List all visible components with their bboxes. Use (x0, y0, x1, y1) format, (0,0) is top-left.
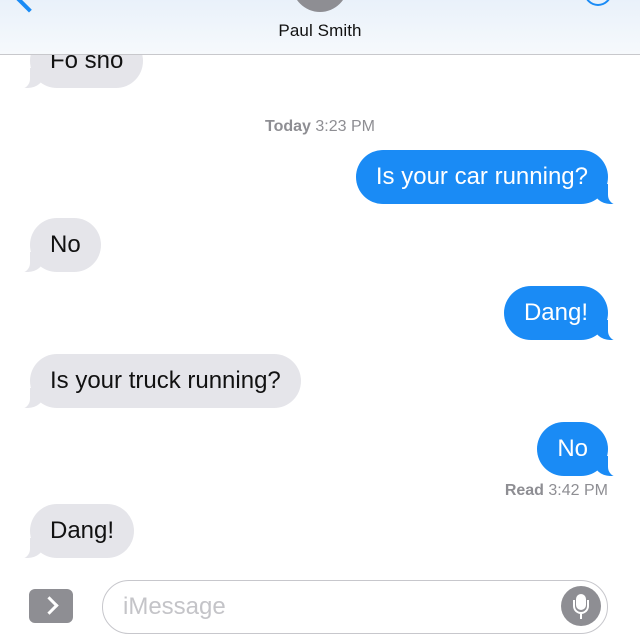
message-input[interactable]: iMessage (102, 580, 608, 634)
message-text: Is your car running? (375, 163, 588, 190)
message-text: Dang! (523, 299, 588, 326)
back-chevron-icon[interactable] (13, 0, 45, 13)
conversation-header: Paul Smith (0, 0, 640, 55)
message-bubble-incoming[interactable]: Is your truck running? (16, 354, 301, 409)
message-text: No (50, 231, 81, 258)
read-receipt: Read 3:42 PM (505, 482, 608, 500)
conversation-timestamp: Today 3:23 PM (0, 118, 640, 136)
message-bubble-outgoing[interactable]: Is your car running? (355, 150, 623, 205)
timestamp-day: Today (265, 118, 311, 135)
message-text: Is your truck running? (50, 367, 281, 394)
message-text: No (557, 435, 588, 462)
message-input-placeholder: iMessage (123, 593, 226, 620)
message-bubble-incoming[interactable]: No (16, 218, 101, 273)
info-icon[interactable] (584, 0, 612, 6)
message-bubble-incoming[interactable]: Dang! (15, 504, 135, 559)
contact-avatar[interactable] (292, 0, 348, 12)
contact-name[interactable]: Paul Smith (0, 21, 640, 41)
apps-expand-button[interactable] (29, 589, 73, 623)
message-bubble-outgoing[interactable]: No (537, 422, 622, 477)
read-time: 3:42 PM (548, 482, 608, 499)
message-bubble-outgoing[interactable]: Dang! (503, 286, 623, 341)
read-label: Read (504, 482, 544, 499)
timestamp-time: 3:23 PM (315, 118, 375, 135)
microphone-icon[interactable] (561, 586, 601, 626)
message-text: Dang! (50, 517, 115, 544)
